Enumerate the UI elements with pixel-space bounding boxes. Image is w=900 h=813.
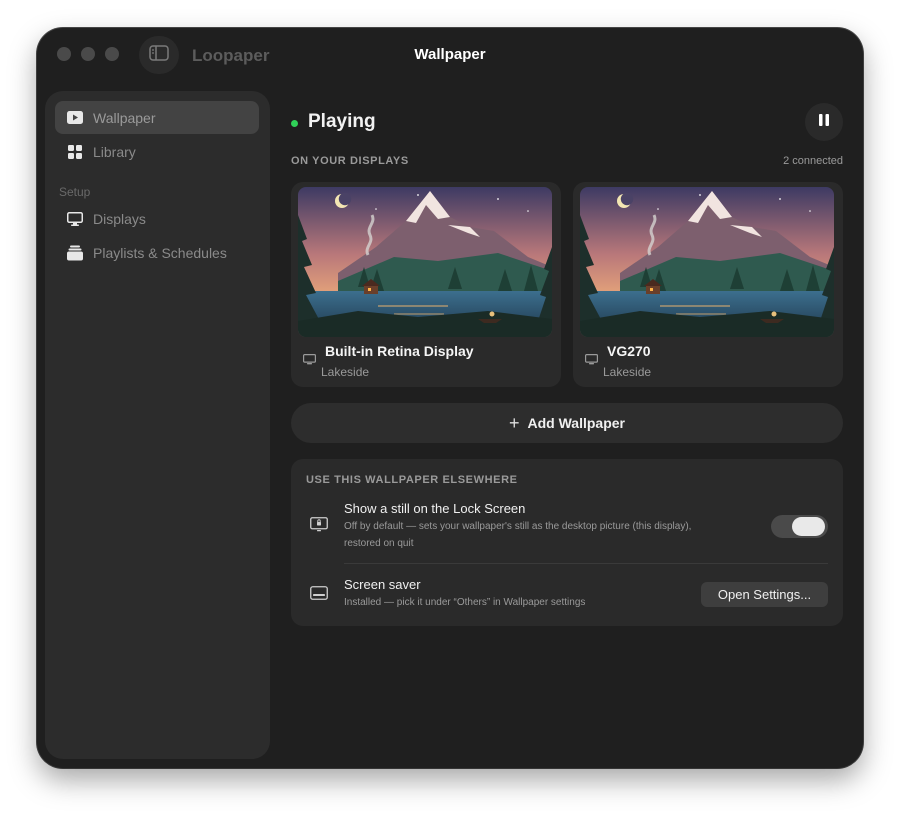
- lock-screen-title: Show a still on the Lock Screen: [344, 501, 526, 516]
- sidebar-item-library[interactable]: Library: [55, 135, 259, 168]
- add-wallpaper-button[interactable]: + Add Wallpaper: [291, 403, 843, 443]
- toggle-knob: [792, 517, 825, 536]
- screen-saver-description: Installed — pick it under “Others” in Wa…: [344, 597, 586, 608]
- sidebar-item-label: Library: [93, 143, 136, 160]
- app-window: Loopaper Wallpaper Wallpaper Library Set…: [37, 28, 863, 768]
- display-wallpaper-name: Lakeside: [321, 365, 370, 379]
- sidebar-item-displays[interactable]: Displays: [55, 202, 259, 235]
- main-content: Playing ON YOUR DISPLAYS 2 connected Bui…: [291, 98, 843, 758]
- lock-screen-icon: [310, 517, 328, 538]
- window-title: Wallpaper: [414, 46, 486, 63]
- wallpaper-thumbnail: [298, 187, 552, 337]
- status-indicator: [291, 120, 298, 127]
- sidebar-item-label: Displays: [93, 210, 146, 227]
- pause-icon: [819, 113, 829, 131]
- screen-saver-title: Screen saver: [344, 577, 421, 592]
- play-icon: [67, 110, 83, 126]
- add-wallpaper-label: Add Wallpaper: [527, 415, 626, 431]
- display-name: Built-in Retina Display: [325, 343, 474, 359]
- display-name: VG270: [607, 343, 651, 359]
- lock-screen-toggle[interactable]: [771, 515, 828, 538]
- monitor-icon: [67, 211, 83, 227]
- connected-count: 2 connected: [783, 155, 843, 167]
- wallpaper-thumbnail: [580, 187, 834, 337]
- elsewhere-section-heading: USE THIS WALLPAPER ELSEWHERE: [306, 474, 518, 486]
- sidebar-section-setup: Setup: [59, 185, 91, 199]
- sidebar: Wallpaper Library Setup Displays Playlis…: [45, 91, 270, 759]
- title-bar: Loopaper Wallpaper: [37, 28, 863, 84]
- plus-icon: +: [508, 412, 520, 433]
- monitor-icon: [303, 352, 317, 370]
- pause-button[interactable]: [805, 103, 843, 141]
- display-card-built-in[interactable]: Built-in Retina Display Lakeside: [291, 182, 561, 387]
- sidebar-item-wallpaper[interactable]: Wallpaper: [55, 101, 259, 134]
- sidebar-item-playlists-schedules[interactable]: Playlists & Schedules: [55, 236, 259, 269]
- display-wallpaper-name: Lakeside: [603, 365, 652, 379]
- stack-icon: [67, 245, 83, 261]
- open-settings-button[interactable]: Open Settings...: [701, 582, 828, 607]
- divider: [344, 563, 828, 564]
- screen-saver-icon: [310, 586, 328, 605]
- sidebar-item-label: Wallpaper: [93, 109, 156, 126]
- monitor-icon: [585, 352, 599, 370]
- playback-status: Playing: [308, 111, 376, 132]
- display-card-vg270[interactable]: VG270 Lakeside: [573, 182, 843, 387]
- grid-icon: [67, 144, 83, 160]
- lock-screen-description: Off by default — sets your wallpaper's s…: [344, 521, 692, 549]
- sidebar-item-label: Playlists & Schedules: [93, 244, 227, 261]
- use-elsewhere-panel: USE THIS WALLPAPER ELSEWHERE Show a stil…: [291, 459, 843, 626]
- displays-section-heading: ON YOUR DISPLAYS: [291, 155, 409, 167]
